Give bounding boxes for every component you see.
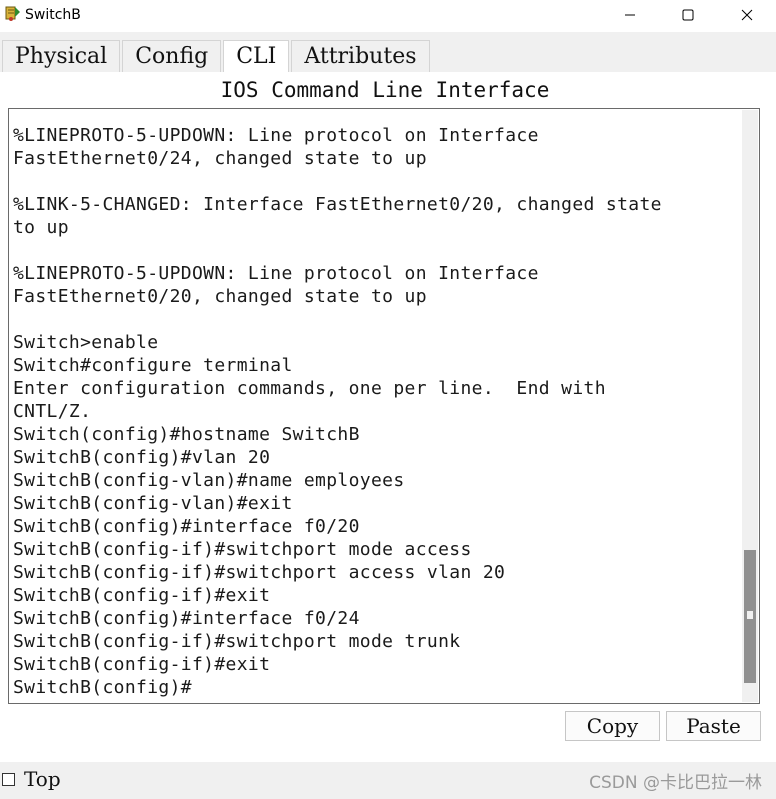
packet-tracer-device-icon (5, 6, 21, 22)
top-checkbox[interactable] (2, 773, 15, 786)
minimize-icon (624, 6, 636, 25)
scrollbar-thumb[interactable] (744, 550, 756, 683)
switch-window: SwitchB Physical Config CLI Attributes I… (0, 0, 776, 799)
terminal-output[interactable]: %LINEPROTO-5-UPDOWN: Line protocol on In… (13, 124, 662, 699)
copy-button[interactable]: Copy (565, 711, 660, 741)
scroll-grip-icon (747, 611, 753, 619)
cli-terminal[interactable]: %LINEPROTO-5-UPDOWN: Line protocol on In… (8, 108, 760, 704)
top-checkbox-label: Top (24, 767, 61, 791)
tab-bar: Physical Config CLI Attributes (2, 40, 432, 72)
tab-physical[interactable]: Physical (2, 40, 121, 72)
window-title: SwitchB (25, 7, 81, 23)
terminal-scrollbar[interactable] (742, 110, 758, 702)
close-icon (741, 6, 753, 25)
paste-button[interactable]: Paste (666, 711, 761, 741)
panel-title: IOS Command Line Interface (220, 78, 550, 102)
title-bar[interactable]: SwitchB (0, 0, 776, 32)
minimize-button[interactable] (601, 0, 659, 30)
tab-attributes[interactable]: Attributes (291, 40, 430, 72)
close-button[interactable] (718, 0, 776, 30)
tab-config[interactable]: Config (122, 40, 222, 72)
maximize-icon (682, 6, 694, 25)
maximize-button[interactable] (659, 0, 717, 30)
tab-cli[interactable]: CLI (223, 40, 290, 72)
watermark: CSDN @卡比巴拉一林 (589, 773, 762, 793)
